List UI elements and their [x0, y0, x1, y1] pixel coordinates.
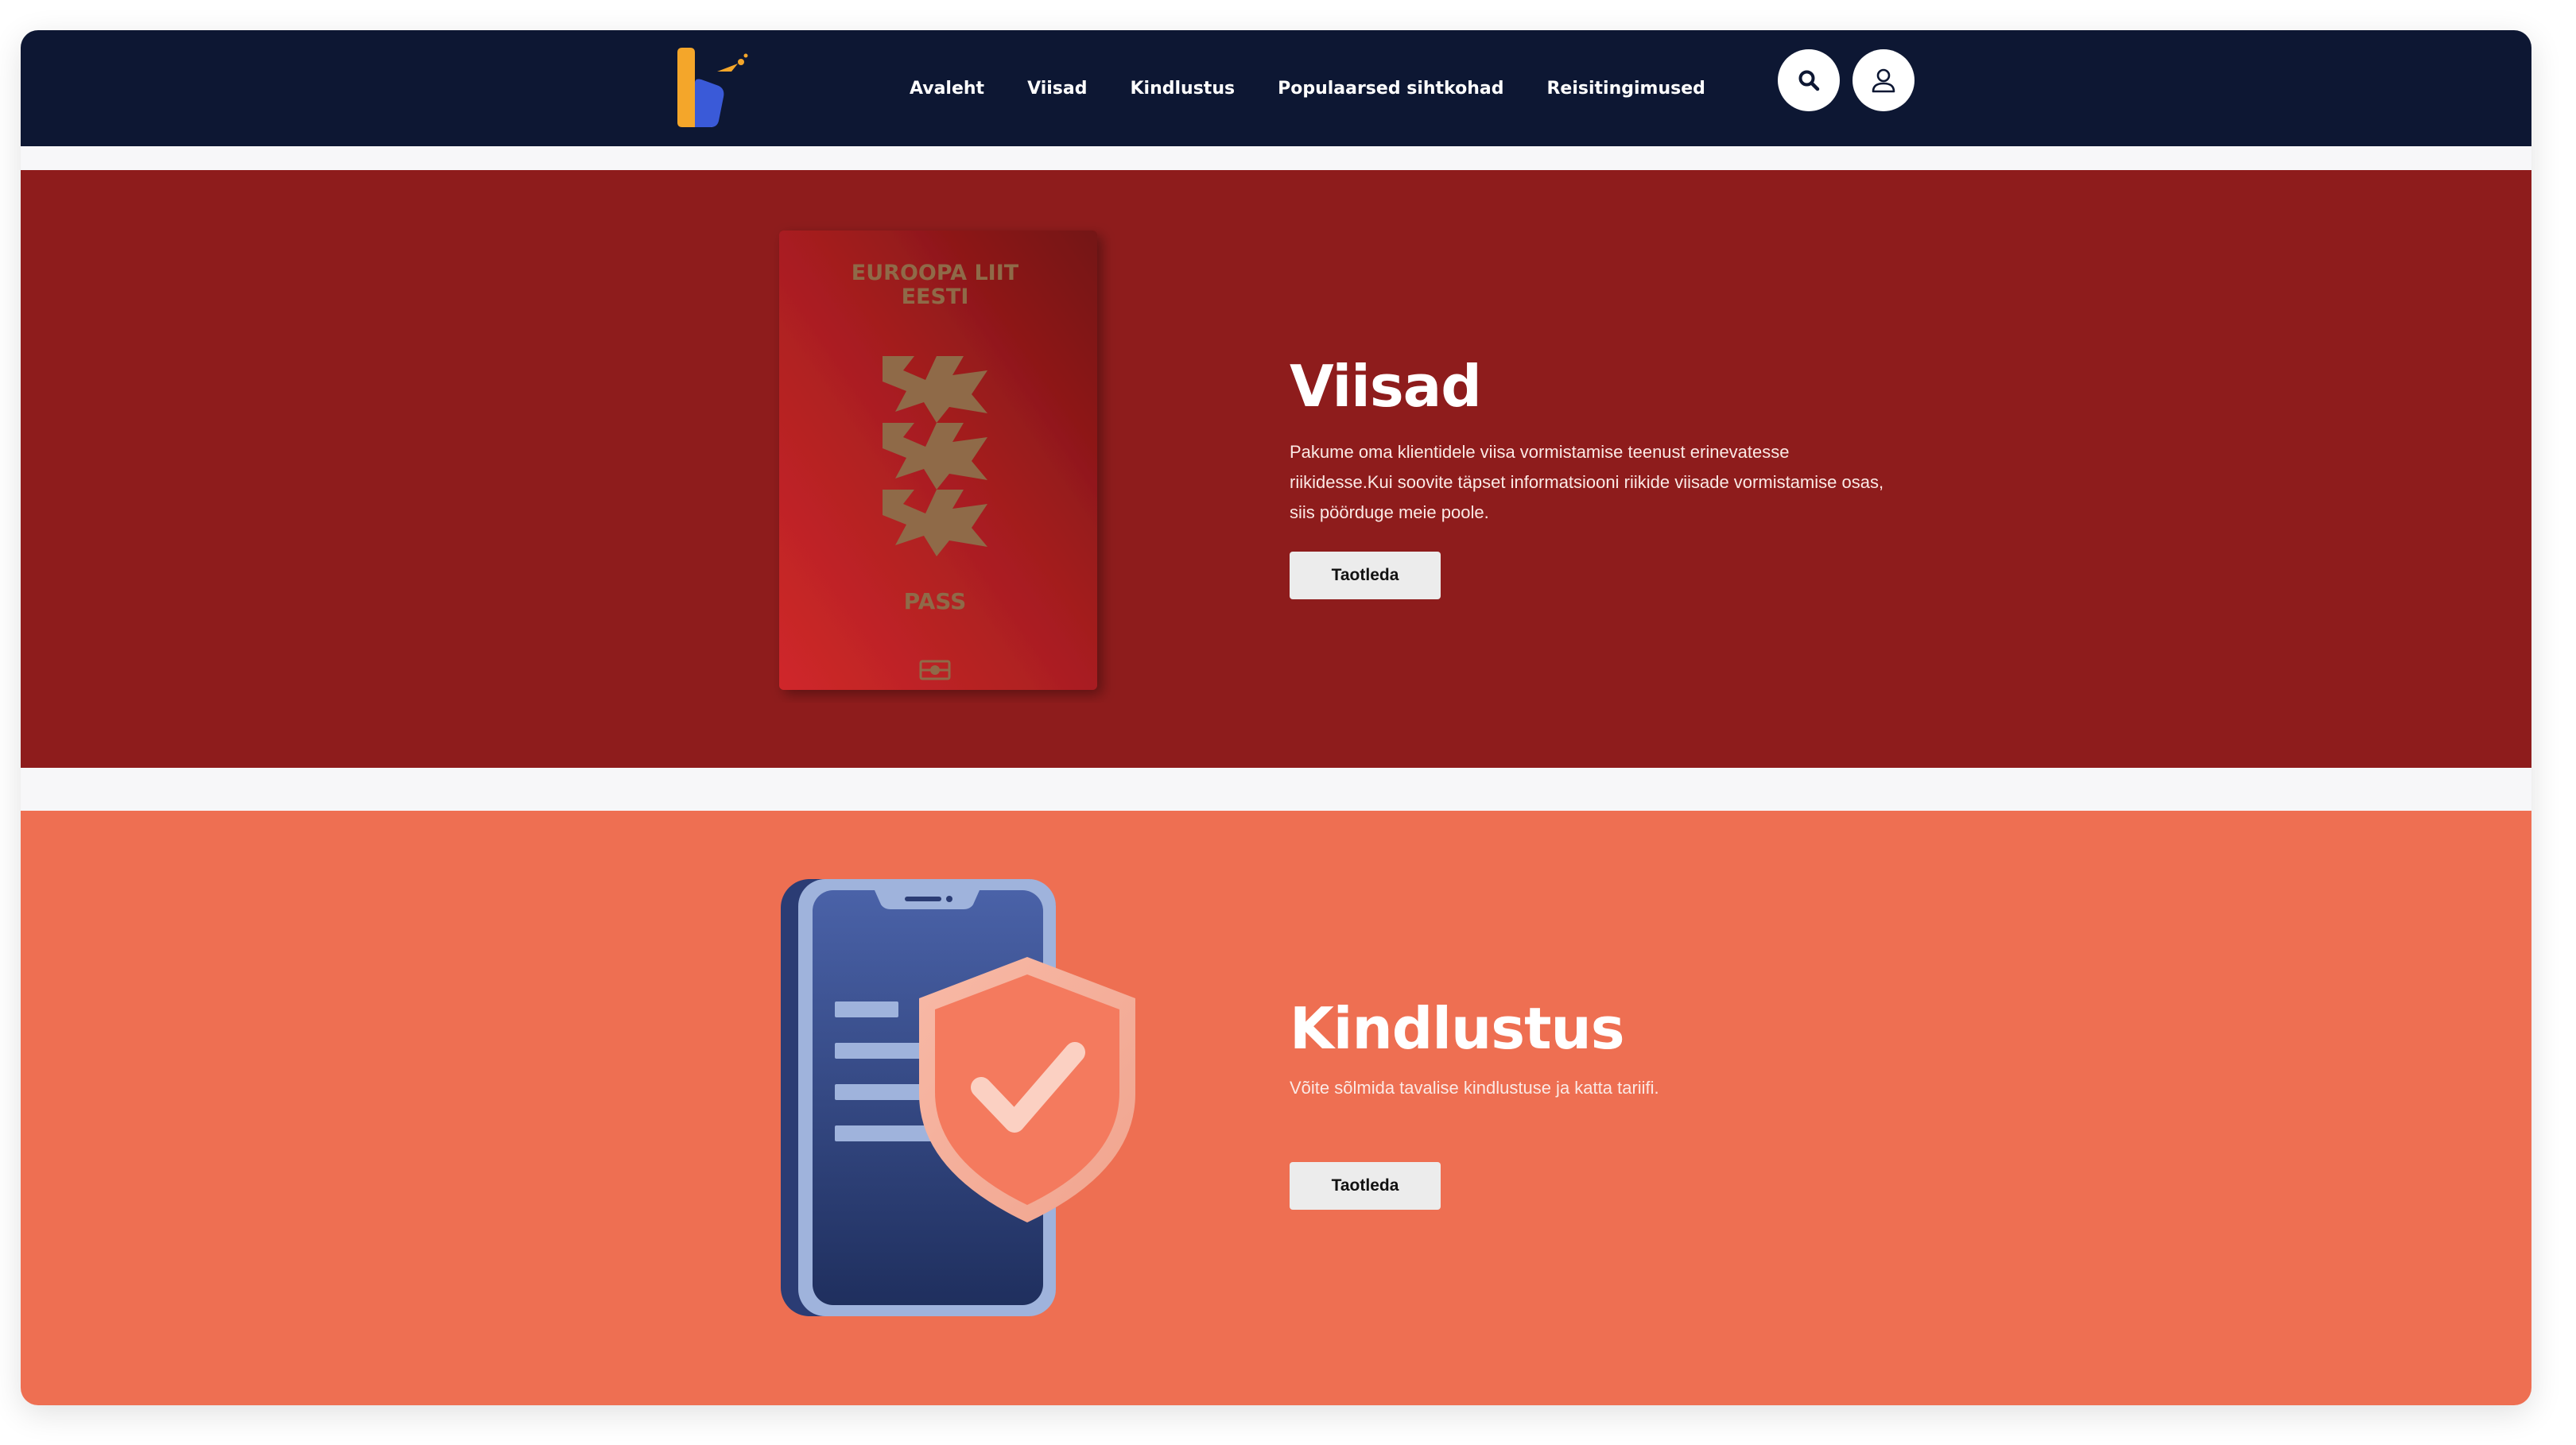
- visa-apply-button[interactable]: Taotleda: [1290, 552, 1441, 599]
- passport-illustration: EUROOPA LIIT EESTI PASS: [779, 231, 1097, 690]
- nav-link-kindlustus[interactable]: Kindlustus: [1131, 79, 1236, 99]
- search-icon: [1798, 70, 1820, 91]
- user-icon: [1872, 68, 1895, 93]
- main-nav: Avaleht Viisad Kindlustus Populaarsed si…: [910, 30, 1748, 146]
- user-account-button[interactable]: [1852, 49, 1915, 111]
- browser-viewport: Avaleht Viisad Kindlustus Populaarsed si…: [21, 30, 2531, 1405]
- phone-shield-illustration: [781, 879, 1135, 1316]
- nav-link-reisitingimused[interactable]: Reisitingimused: [1546, 79, 1705, 99]
- visa-section: EUROOPA LIIT EESTI PASS Viisad Pakume om…: [21, 170, 2531, 768]
- nav-link-populaarsed-sihtkohad[interactable]: Populaarsed sihtkohad: [1278, 79, 1503, 99]
- nav-link-viisad[interactable]: Viisad: [1027, 79, 1087, 99]
- insurance-description: Võite sõlmida tavalise kindlustuse ja ka…: [1290, 1078, 1659, 1098]
- search-button[interactable]: [1778, 49, 1840, 111]
- insurance-section: Kindlustus Võite sõlmida tavalise kindlu…: [21, 811, 2531, 1405]
- visa-heading: Viisad: [1290, 353, 1482, 420]
- insurance-apply-button[interactable]: Taotleda: [1290, 1162, 1441, 1210]
- passport-label: PASS: [904, 588, 967, 614]
- passport-text-line1: EUROOPA LIIT: [852, 261, 1019, 285]
- visa-description: Pakume oma klientidele viisa vormistamis…: [1290, 442, 1884, 522]
- insurance-heading: Kindlustus: [1290, 995, 1625, 1062]
- nav-link-avaleht[interactable]: Avaleht: [910, 79, 984, 99]
- logo-icon[interactable]: [671, 48, 751, 130]
- top-navigation-bar: Avaleht Viisad Kindlustus Populaarsed si…: [21, 30, 2531, 146]
- passport-text-line2: EESTI: [902, 285, 969, 309]
